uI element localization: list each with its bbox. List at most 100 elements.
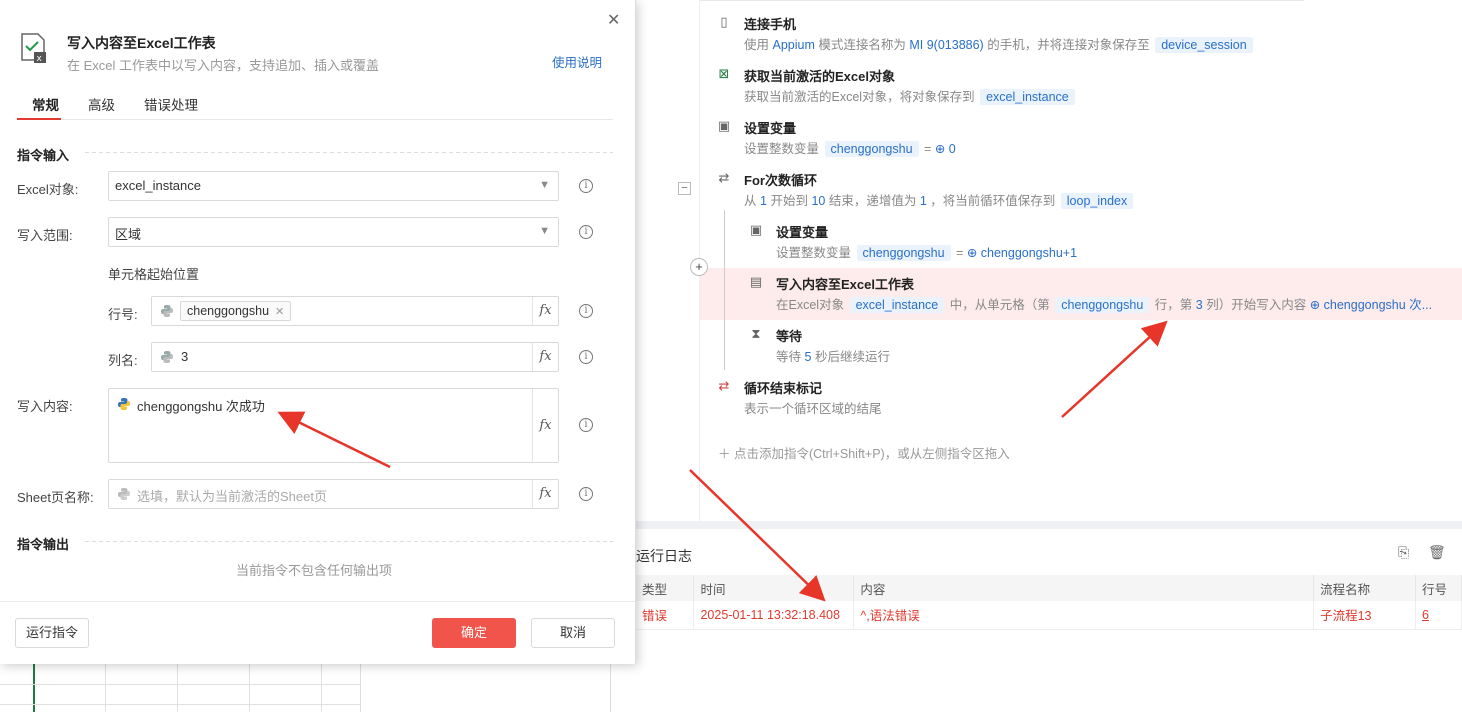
sheet-placeholder: 选填，默认为当前激活的Sheet页	[137, 489, 327, 504]
col-type[interactable]: 类型	[636, 575, 695, 601]
content-field[interactable]: chenggongshu 次成功 fx	[108, 388, 559, 463]
excel-object-select[interactable]: excel_instance ▼	[108, 171, 559, 201]
step-title: 连接手机	[744, 17, 797, 32]
step-title: 写入内容至Excel工作表	[776, 277, 914, 292]
log-line-link[interactable]: 6	[1415, 601, 1462, 630]
variable-icon: ▣	[749, 222, 763, 237]
variable-icon: ▣	[717, 118, 731, 133]
content-value: chenggongshu 次成功	[137, 399, 265, 414]
phone-icon: ▯	[720, 14, 728, 29]
tab-indicator	[17, 118, 61, 120]
loop-end-icon: ⇄	[718, 378, 730, 393]
fx-icon[interactable]: fx	[532, 389, 558, 462]
excel-icon: ⊠	[718, 66, 730, 81]
step-desc: 从 1 开始到 10 结束，递增值为 1 ，将当前循环值保存到 loop_ind…	[744, 190, 1135, 209]
divider	[700, 0, 1304, 1]
range-select[interactable]: 区域 ▼	[108, 217, 559, 247]
step-desc: 设置整数变量 chenggongshu = ⊕ 0	[744, 141, 956, 157]
python-icon	[118, 398, 130, 410]
fx-icon[interactable]: fx	[532, 297, 558, 325]
tab-bar: 常规 高级 错误处理	[17, 88, 613, 120]
step-title: 设置变量	[776, 225, 829, 240]
panel-divider[interactable]	[636, 521, 1462, 529]
loop-guide-line	[724, 210, 725, 370]
info-icon[interactable]: i	[579, 304, 593, 318]
step-desc: 在Excel对象 excel_instance 中，从单元格（第 chenggo…	[776, 297, 1433, 313]
step-desc: 表示一个循环区域的结尾	[744, 402, 882, 416]
row-label: 行号:	[108, 307, 138, 322]
info-icon[interactable]: i	[579, 487, 593, 501]
log-type: 错误	[636, 601, 695, 630]
log-title: 运行日志	[636, 548, 692, 564]
divider	[0, 601, 636, 602]
excel-object-value: excel_instance	[115, 178, 201, 193]
cell-start-label: 单元格起始位置	[108, 267, 200, 282]
close-icon[interactable]: ✕	[607, 10, 620, 30]
collapse-toggle[interactable]: −	[678, 182, 691, 195]
help-link[interactable]: 使用说明	[552, 52, 602, 71]
info-icon[interactable]: i	[579, 179, 593, 193]
python-icon	[161, 351, 173, 363]
row-field[interactable]: chenggongshu ✕ fx	[151, 296, 559, 326]
add-step-hint[interactable]: ＋ 点击添加指令(Ctrl+Shift+P)，或从左侧指令区拖入	[718, 443, 1010, 462]
step-desc: 获取当前激活的Excel对象，将对象保存到 excel_instance	[744, 86, 1077, 105]
write-excel-dialog: ✕ x 写入内容至Excel工作表 在 Excel 工作表中以写入内容，支持追加…	[0, 0, 636, 664]
section-input: 指令输入	[17, 148, 70, 163]
chevron-down-icon: ▼	[539, 179, 550, 191]
dialog-title: 写入内容至Excel工作表	[67, 35, 216, 51]
column-label: 列名:	[108, 353, 138, 368]
fx-icon[interactable]: fx	[532, 480, 558, 508]
step-title: 循环结束标记	[744, 381, 823, 396]
range-value: 区域	[115, 227, 142, 242]
python-icon	[118, 488, 130, 500]
variable-chip[interactable]: chenggongshu ✕	[180, 301, 292, 321]
table-row[interactable]: 错误 2025-01-11 13:32:18.408 ^,语法错误 子流程13 …	[636, 601, 1462, 630]
insert-step-button[interactable]: +	[690, 258, 708, 276]
step-title: 设置变量	[744, 121, 797, 136]
content-label: 写入内容:	[17, 399, 73, 414]
log-content: ^,语法错误	[853, 601, 1315, 630]
chip-remove-icon[interactable]: ✕	[275, 306, 284, 318]
log-time: 2025-01-11 13:32:18.408	[693, 601, 855, 630]
column-value: 3	[181, 349, 189, 364]
dialog-subtitle: 在 Excel 工作表中以写入内容，支持追加、插入或覆盖	[67, 58, 380, 73]
column-field[interactable]: 3 fx	[151, 342, 559, 372]
col-flow[interactable]: 流程名称	[1313, 575, 1416, 601]
divider	[85, 541, 613, 542]
info-icon[interactable]: i	[579, 350, 593, 364]
step-title: For次数循环	[744, 173, 817, 188]
sheet-field[interactable]: 选填，默认为当前激活的Sheet页 fx	[108, 479, 559, 509]
step-desc: 等待 5 秒后继续运行	[776, 350, 890, 364]
tab-general[interactable]: 常规	[32, 94, 59, 114]
range-label: 写入范围:	[17, 228, 73, 243]
col-content[interactable]: 内容	[853, 575, 1315, 601]
confirm-button[interactable]: 确定	[432, 618, 516, 648]
info-icon[interactable]: i	[579, 418, 593, 432]
export-icon[interactable]: ⎘	[1398, 544, 1409, 561]
hourglass-icon: ⧗	[751, 326, 761, 341]
chevron-down-icon: ▼	[539, 225, 550, 237]
no-output-text: 当前指令不包含任何输出项	[236, 563, 393, 578]
sheet-label: Sheet页名称:	[17, 490, 94, 505]
tab-error-handling[interactable]: 错误处理	[144, 94, 198, 114]
col-line[interactable]: 行号	[1415, 575, 1462, 601]
log-table: 类型 时间 内容 流程名称 行号 错误 2025-01-11 13:32:18.…	[636, 575, 1462, 630]
info-icon[interactable]: i	[579, 225, 593, 239]
section-output: 指令输出	[17, 537, 70, 552]
col-time[interactable]: 时间	[693, 575, 855, 601]
step-desc: 设置整数变量 chenggongshu = ⊕ chenggongshu+1	[776, 245, 1078, 261]
loop-icon: ⇄	[718, 170, 730, 185]
excel-object-label: Excel对象:	[17, 182, 79, 197]
step-title: 获取当前激活的Excel对象	[744, 69, 895, 84]
tab-advanced[interactable]: 高级	[88, 94, 115, 114]
log-flow: 子流程13	[1313, 601, 1416, 630]
fx-icon[interactable]: fx	[532, 343, 558, 371]
cancel-button[interactable]: 取消	[531, 618, 615, 648]
run-log-panel: 运行日志 ⎘ 🗑 类型 时间 内容 流程名称 行号 错误 2025-01-11 …	[636, 530, 1462, 712]
python-icon	[161, 305, 173, 317]
excel-write-icon: ▤	[749, 274, 763, 289]
spreadsheet-background	[0, 664, 636, 712]
run-command-button[interactable]: 运行指令	[15, 618, 89, 648]
trash-icon[interactable]: 🗑	[1428, 544, 1446, 561]
svg-text:x: x	[37, 54, 43, 64]
